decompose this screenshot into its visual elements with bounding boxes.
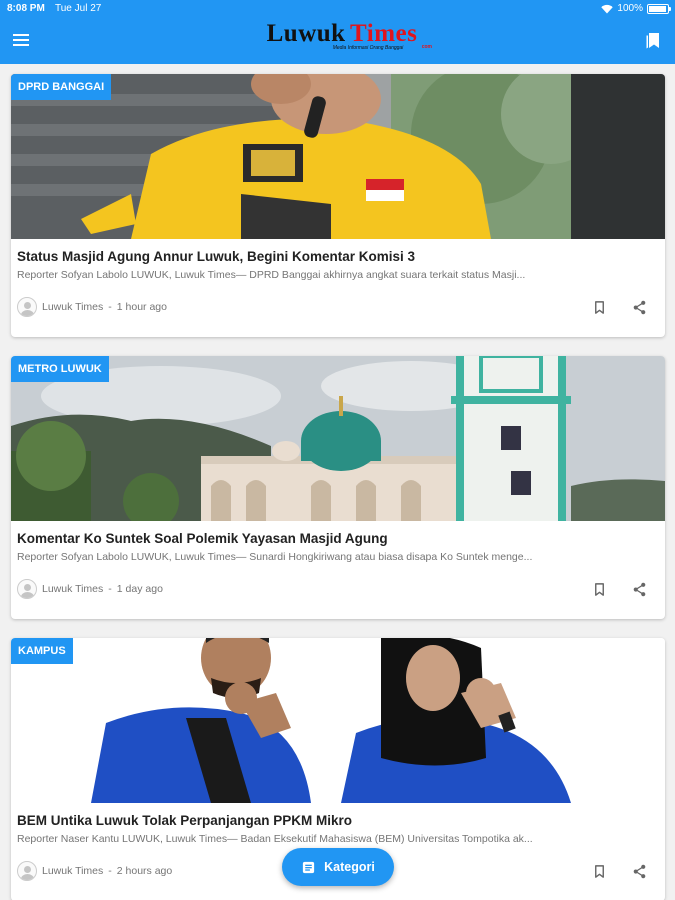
article-title[interactable]: Status Masjid Agung Annur Luwuk, Begini …	[17, 249, 415, 264]
article-image[interactable]: METRO LUWUK	[11, 356, 665, 521]
kategori-label: Kategori	[324, 860, 375, 874]
status-date: Tue Jul 27	[55, 3, 102, 14]
meta-separator: -	[108, 865, 112, 877]
article-card[interactable]: METRO LUWUK Komentar Ko Suntek Soal Pole…	[11, 356, 665, 619]
share-icon[interactable]	[632, 582, 647, 597]
status-right: 100%	[601, 0, 671, 18]
article-excerpt: Reporter Sofyan Labolo LUWUK, Luwuk Time…	[17, 551, 533, 563]
status-bar: 8:08 PM Tue Jul 27 100%	[0, 0, 675, 18]
hamburger-icon-bar	[13, 44, 29, 46]
article-author: Luwuk Times	[42, 301, 104, 313]
article-author: Luwuk Times	[42, 583, 104, 595]
article-image[interactable]: DPRD BANGGAI	[11, 74, 665, 239]
logo-word-times: Times	[350, 20, 418, 47]
article-excerpt: Reporter Sofyan Labolo LUWUK, Luwuk Time…	[17, 269, 526, 281]
meta-separator: -	[108, 583, 112, 595]
share-icon[interactable]	[632, 864, 647, 879]
article-photo-mosque	[11, 356, 665, 521]
article-title[interactable]: Komentar Ko Suntek Soal Polemik Yayasan …	[17, 531, 388, 546]
article-title[interactable]: BEM Untika Luwuk Tolak Perpanjangan PPKM…	[17, 813, 352, 828]
battery-icon	[647, 4, 671, 14]
bookmark-icon[interactable]	[592, 300, 607, 315]
category-badge[interactable]: METRO LUWUK	[11, 356, 109, 382]
bookmarks-icon[interactable]	[643, 30, 663, 50]
category-badge[interactable]: KAMPUS	[11, 638, 73, 664]
bookmark-icon[interactable]	[592, 582, 607, 597]
menu-button[interactable]	[13, 31, 35, 49]
category-badge[interactable]: DPRD BANGGAI	[11, 74, 112, 100]
article-actions	[592, 582, 647, 597]
meta-separator: -	[108, 301, 112, 313]
battery-percent: 100%	[617, 3, 643, 14]
article-actions	[592, 300, 647, 315]
article-meta: Luwuk Times - 2 hours ago	[17, 861, 172, 881]
author-avatar	[17, 579, 37, 599]
hamburger-icon	[13, 34, 29, 36]
bookmark-icon[interactable]	[592, 864, 607, 879]
share-icon[interactable]	[632, 300, 647, 315]
article-photo-students	[11, 638, 665, 803]
status-time: 8:08 PM	[7, 3, 45, 14]
article-actions	[592, 864, 647, 879]
article-image[interactable]: KAMPUS	[11, 638, 665, 803]
app-logo[interactable]: Luwuk Times com Media Informasi Orang Ba…	[250, 20, 434, 62]
app-bar: 8:08 PM Tue Jul 27 100% Luwuk Times com …	[0, 0, 675, 64]
article-time: 1 hour ago	[116, 301, 167, 313]
article-card[interactable]: DPRD BANGGAI Status Masjid Agung Annur L…	[11, 74, 665, 337]
author-avatar	[17, 297, 37, 317]
category-list-icon	[303, 861, 315, 873]
article-author: Luwuk Times	[42, 865, 104, 877]
article-meta: Luwuk Times - 1 hour ago	[17, 297, 167, 317]
article-time: 1 day ago	[116, 583, 163, 595]
article-meta: Luwuk Times - 1 day ago	[17, 579, 163, 599]
logo-word-luwuk: Luwuk	[266, 20, 346, 47]
article-excerpt: Reporter Naser Kantu LUWUK, Luwuk Times—…	[17, 833, 533, 845]
kategori-button[interactable]: Kategori	[282, 848, 394, 886]
logo-domain: com	[421, 44, 432, 50]
wifi-icon	[601, 4, 614, 14]
author-avatar	[17, 861, 37, 881]
hamburger-icon-bar	[13, 39, 29, 41]
article-time: 2 hours ago	[116, 865, 173, 877]
